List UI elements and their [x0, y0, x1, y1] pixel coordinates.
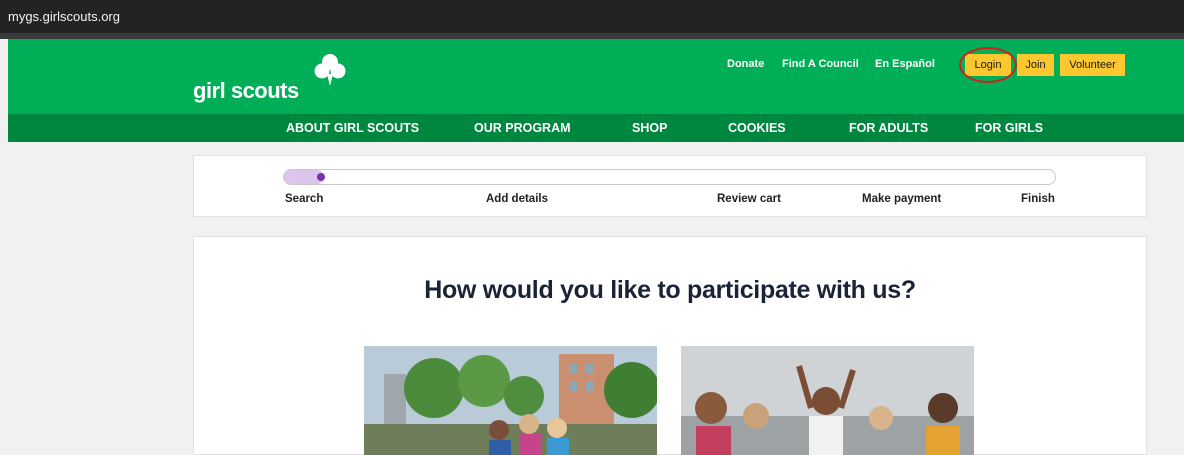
- url-text: mygs.girlscouts.org: [8, 9, 120, 24]
- step-finish: Finish: [1021, 193, 1055, 205]
- nav-for-girls[interactable]: FOR GIRLS: [975, 121, 1043, 135]
- nav-cookies[interactable]: COOKIES: [728, 121, 786, 135]
- join-button[interactable]: Join: [1017, 54, 1054, 76]
- checkout-progress-card: [193, 155, 1147, 217]
- progress-current-dot: [317, 173, 325, 181]
- step-search: Search: [285, 193, 324, 205]
- celebrating-girls-photo-icon: [681, 346, 974, 455]
- nav-our-program[interactable]: OUR PROGRAM: [474, 121, 571, 135]
- step-add-details: Add details: [486, 193, 548, 205]
- nav-about-girl-scouts[interactable]: ABOUT GIRL SCOUTS: [286, 121, 419, 135]
- en-espanol-link[interactable]: En Español: [875, 58, 935, 70]
- park-group-photo-icon: [364, 346, 657, 455]
- participation-card: [193, 236, 1147, 455]
- trefoil-logo-icon: [314, 54, 346, 86]
- page-heading: How would you like to participate with u…: [424, 276, 916, 304]
- find-a-council-link[interactable]: Find A Council: [782, 58, 859, 70]
- login-highlight-circle: [959, 47, 1017, 83]
- girl-scouts-logo[interactable]: girl scouts: [193, 52, 363, 107]
- donate-link[interactable]: Donate: [727, 58, 764, 70]
- nav-for-adults[interactable]: FOR ADULTS: [849, 121, 928, 135]
- participate-option-photo-1[interactable]: [364, 346, 657, 455]
- step-review-cart: Review cart: [717, 193, 781, 205]
- participate-option-photo-2[interactable]: [681, 346, 974, 455]
- volunteer-button[interactable]: Volunteer: [1060, 54, 1125, 76]
- step-make-payment: Make payment: [862, 193, 942, 205]
- nav-shop[interactable]: SHOP: [632, 121, 667, 135]
- progress-track: [283, 169, 1056, 185]
- logo-text: girl scouts: [193, 78, 299, 103]
- browser-url-bar[interactable]: mygs.girlscouts.org: [0, 0, 1184, 33]
